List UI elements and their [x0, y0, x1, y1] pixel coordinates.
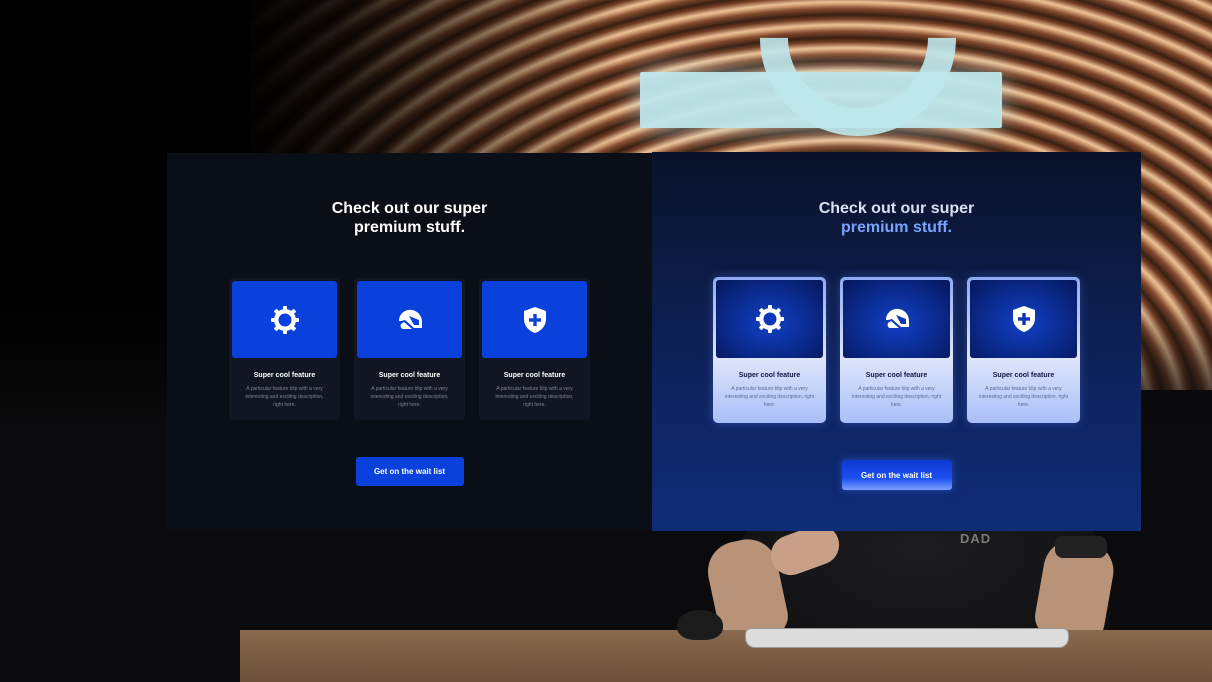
shield-plus-icon — [520, 305, 550, 335]
helmet-icon — [395, 305, 425, 335]
card-description: A particular feature blip with a very in… — [851, 386, 942, 408]
panel-after: Check out our super premium stuff. Super… — [652, 152, 1141, 531]
panel-headline: Check out our super premium stuff. — [167, 199, 652, 237]
panel-before: Check out our super premium stuff. Super… — [167, 153, 652, 529]
headline-line-2: premium stuff. — [353, 219, 466, 236]
gear-icon — [755, 304, 785, 334]
helmet-icon — [882, 304, 912, 334]
card-media — [716, 280, 823, 358]
shield-plus-icon — [1009, 304, 1039, 334]
card-description: A particular feature blip with a very in… — [978, 386, 1069, 408]
feature-card: Super cool feature A particular feature … — [229, 278, 340, 420]
headline-line-2: premium stuff. — [840, 219, 953, 236]
wristwatch — [1055, 536, 1107, 558]
feature-cards: Super cool feature A particular feature … — [652, 277, 1141, 423]
wait-list-button[interactable]: Get on the wait list — [355, 457, 464, 486]
card-title: Super cool feature — [865, 372, 928, 379]
card-title: Super cool feature — [253, 372, 316, 379]
card-media — [482, 281, 587, 358]
card-title: Super cool feature — [503, 372, 566, 379]
shirt-logo: DAD — [960, 531, 992, 546]
feature-card: Super cool feature A particular feature … — [713, 277, 826, 423]
card-title: Super cool feature — [738, 372, 801, 379]
feature-card: Super cool feature A particular feature … — [967, 277, 1080, 423]
card-description: A particular feature blip with a very in… — [245, 386, 324, 408]
feature-card: Super cool feature A particular feature … — [479, 278, 590, 420]
wait-list-button[interactable]: Get on the wait list — [841, 460, 952, 490]
keyboard — [745, 628, 1069, 648]
card-media — [232, 281, 337, 358]
card-description: A particular feature blip with a very in… — [370, 386, 449, 408]
card-title: Super cool feature — [992, 372, 1055, 379]
feature-cards: Super cool feature A particular feature … — [167, 278, 652, 420]
card-media — [843, 280, 950, 358]
feature-card: Super cool feature A particular feature … — [840, 277, 953, 423]
card-description: A particular feature blip with a very in… — [724, 386, 815, 408]
feature-card: Super cool feature A particular feature … — [354, 278, 465, 420]
headline-line-1: Check out our super — [818, 200, 975, 217]
headline-line-1: Check out our super — [331, 200, 488, 217]
neon-sign — [640, 72, 1002, 128]
card-media — [357, 281, 462, 358]
gear-icon — [270, 305, 300, 335]
card-media — [970, 280, 1077, 358]
card-title: Super cool feature — [378, 372, 441, 379]
computer-mouse — [677, 610, 723, 640]
panel-headline: Check out our super premium stuff. — [652, 199, 1141, 237]
card-description: A particular feature blip with a very in… — [495, 386, 574, 408]
